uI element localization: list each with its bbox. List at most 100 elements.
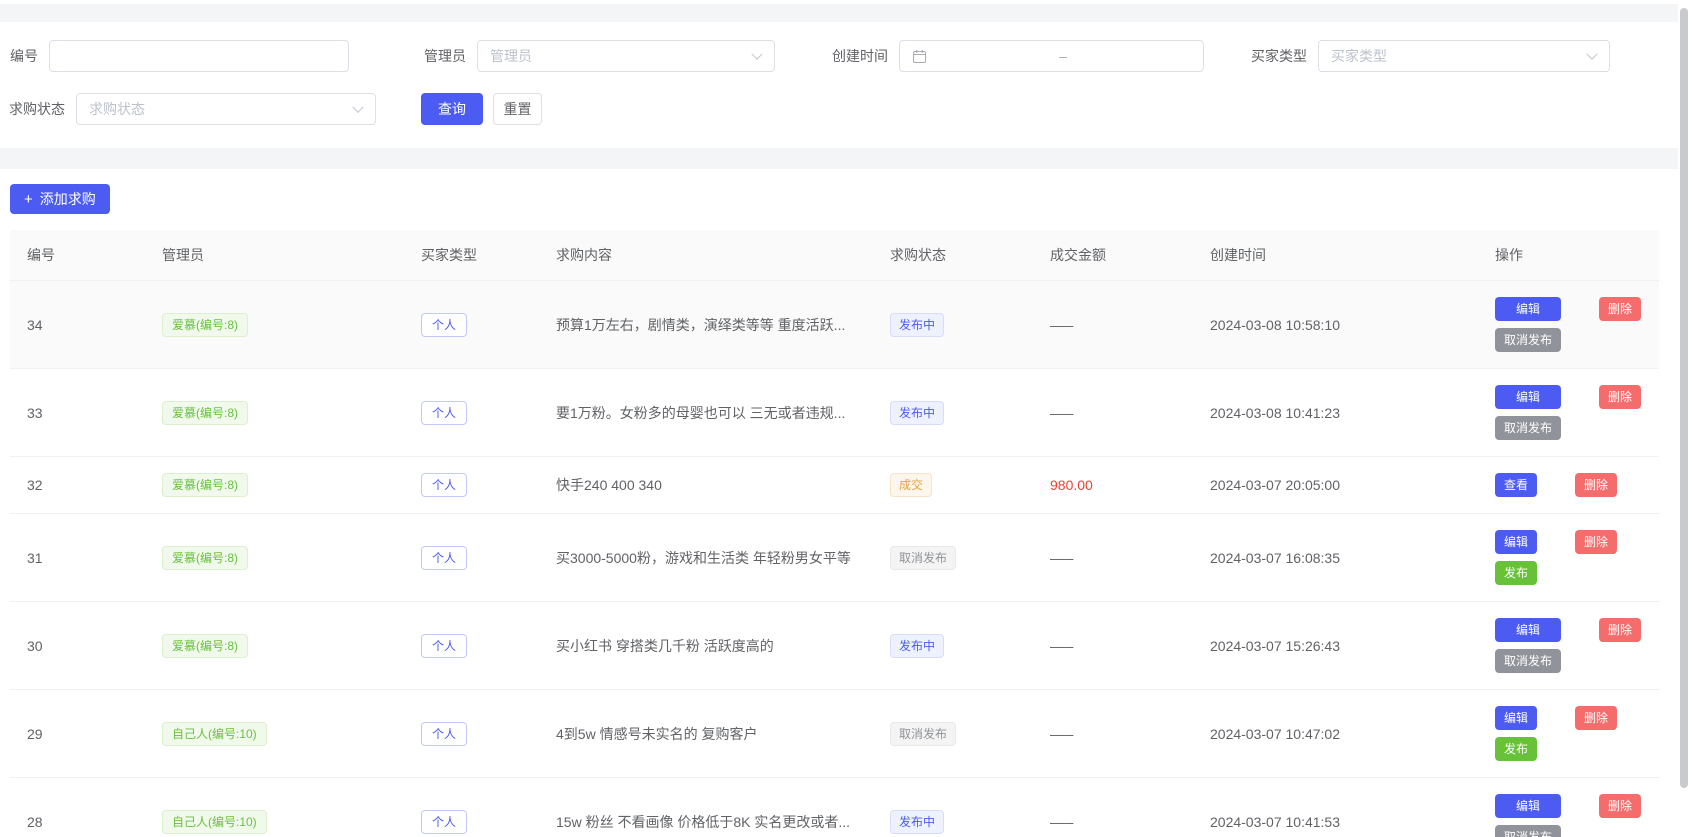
edit-button[interactable]: 编辑 [1495, 794, 1561, 818]
content-text: 买小红书 穿搭类几千粉 活跃度高的 [556, 638, 774, 654]
reset-button[interactable]: 重置 [493, 93, 542, 125]
column-header-actions: 操作 [1485, 230, 1659, 281]
status-select-placeholder: 求购状态 [89, 99, 145, 119]
id-input[interactable] [50, 41, 348, 71]
edit-button[interactable]: 编辑 [1495, 706, 1537, 730]
status-tag: 取消发布 [890, 722, 956, 746]
query-button[interactable]: 查询 [421, 93, 483, 125]
content-text: 要1万粉。女粉多的母婴也可以 三无或者违规... [556, 405, 845, 421]
column-header-created: 创建时间 [1200, 230, 1485, 281]
page: 编号 管理员 管理员 创建时间 – 买家类 [0, 0, 1692, 837]
admin-tag: 爱慕(编号:8) [162, 634, 248, 658]
column-header-amount: 成交金额 [1040, 230, 1200, 281]
delete-button[interactable]: 删除 [1599, 794, 1641, 818]
row-id: 28 [27, 814, 43, 830]
admin-tag: 自己人(编号:10) [162, 722, 267, 746]
amount-text: ––– [1050, 638, 1073, 654]
buyer-type-tag: 个人 [421, 722, 467, 746]
row-id: 30 [27, 638, 43, 654]
add-purchase-label: 添加求购 [40, 189, 96, 209]
buyer-type-tag: 个人 [421, 810, 467, 834]
status-select[interactable]: 求购状态 [76, 93, 376, 125]
status-tag: 取消发布 [890, 546, 956, 570]
created-time: 2024-03-07 10:41:53 [1210, 814, 1340, 830]
unpublish-button[interactable]: 取消发布 [1495, 328, 1561, 352]
column-header-buyer-type: 买家类型 [411, 230, 546, 281]
amount-text: ––– [1050, 726, 1073, 742]
edit-button[interactable]: 编辑 [1495, 530, 1537, 554]
edit-button[interactable]: 编辑 [1495, 385, 1561, 409]
filter-label-status: 求购状态 [9, 99, 65, 119]
separator-band [0, 148, 1678, 169]
buyer-type-tag: 个人 [421, 313, 467, 337]
amount-text: ––– [1050, 317, 1073, 333]
admin-select[interactable]: 管理员 [477, 40, 775, 72]
filter-item-status: 求购状态 求购状态 [9, 93, 376, 125]
chevron-down-icon [1586, 49, 1597, 60]
admin-select-placeholder: 管理员 [490, 46, 532, 66]
table-row: 33爱慕(编号:8)个人要1万粉。女粉多的母婴也可以 三无或者违规...发布中–… [10, 369, 1659, 457]
table-body: 34爱慕(编号:8)个人预算1万左右，剧情类，演绎类等等 重度活跃...发布中–… [10, 281, 1659, 837]
delete-button[interactable]: 删除 [1575, 473, 1617, 497]
delete-button[interactable]: 删除 [1599, 618, 1641, 642]
table-row: 28 自己人(编号:10) 个人 15w 粉丝 不看画像 价格低于8K 实名更改或者.… [10, 778, 1659, 837]
buyer-type-tag: 个人 [421, 401, 467, 425]
status-tag: 发布中 [890, 401, 944, 425]
delete-button[interactable]: 删除 [1599, 297, 1641, 321]
unpublish-button[interactable]: 取消发布 [1495, 649, 1561, 673]
row-actions: 查看 删除 [1495, 473, 1649, 497]
add-purchase-button[interactable]: + 添加求购 [10, 184, 110, 214]
column-header-id: 编号 [10, 230, 152, 281]
chevron-down-icon [751, 49, 762, 60]
daterange-separator: – [1059, 48, 1067, 64]
content-text: 4到5w 情感号未实名的 复购客户 [556, 726, 757, 742]
row-actions: 编辑 删除发布 [1495, 706, 1649, 761]
admin-tag: 爱慕(编号:8) [162, 546, 248, 570]
unpublish-button[interactable]: 取消发布 [1495, 825, 1561, 837]
content-text: 预算1万左右，剧情类，演绎类等等 重度活跃... [556, 317, 845, 333]
content-text: 快手240 400 340 [556, 477, 662, 493]
publish-button[interactable]: 发布 [1495, 737, 1537, 761]
created-daterange-input[interactable]: – [899, 40, 1204, 72]
table-header-row: 编号 管理员 买家类型 求购内容 求购状态 成交金额 创建时间 操作 [10, 230, 1659, 281]
table-row: 30爱慕(编号:8)个人买小红书 穿搭类几千粉 活跃度高的发布中–––2024-… [10, 602, 1659, 690]
row-id: 32 [27, 477, 43, 493]
created-time: 2024-03-08 10:58:10 [1210, 317, 1340, 333]
chevron-down-icon [352, 102, 363, 113]
buyer-type-tag: 个人 [421, 473, 467, 497]
publish-button[interactable]: 发布 [1495, 561, 1537, 585]
admin-tag: 自己人(编号:10) [162, 810, 267, 834]
view-button[interactable]: 查看 [1495, 473, 1537, 497]
edit-button[interactable]: 编辑 [1495, 297, 1561, 321]
calendar-icon [912, 49, 927, 64]
filter-label-admin: 管理员 [424, 46, 466, 66]
delete-button[interactable]: 删除 [1575, 706, 1617, 730]
scrollbar-thumb[interactable] [1680, 8, 1688, 788]
buyer-type-tag: 个人 [421, 634, 467, 658]
admin-tag: 爱慕(编号:8) [162, 313, 248, 337]
delete-button[interactable]: 删除 [1599, 385, 1641, 409]
created-time: 2024-03-07 10:47:02 [1210, 726, 1340, 742]
amount-text: ––– [1050, 814, 1073, 830]
plus-icon: + [24, 192, 33, 207]
filter-item-buyer: 买家类型 买家类型 [1251, 40, 1610, 72]
created-time: 2024-03-07 15:26:43 [1210, 638, 1340, 654]
created-time: 2024-03-08 10:41:23 [1210, 405, 1340, 421]
unpublish-button[interactable]: 取消发布 [1495, 416, 1561, 440]
column-header-admin: 管理员 [152, 230, 411, 281]
filter-label-id: 编号 [10, 46, 38, 66]
row-actions: 编辑 删除发布 [1495, 530, 1649, 585]
delete-button[interactable]: 删除 [1575, 530, 1617, 554]
created-time: 2024-03-07 16:08:35 [1210, 550, 1340, 566]
status-tag: 成交 [890, 473, 932, 497]
filter-item-created: 创建时间 – [832, 40, 1204, 72]
column-header-content: 求购内容 [546, 230, 880, 281]
buyer-type-select[interactable]: 买家类型 [1318, 40, 1610, 72]
content-text: 15w 粉丝 不看画像 价格低于8K 实名更改或者... [556, 814, 850, 830]
row-id: 33 [27, 405, 43, 421]
admin-tag: 爱慕(编号:8) [162, 473, 248, 497]
table-row: 32爱慕(编号:8)个人快手240 400 340成交980.002024-03… [10, 457, 1659, 514]
filter-label-buyer: 买家类型 [1251, 46, 1307, 66]
edit-button[interactable]: 编辑 [1495, 618, 1561, 642]
row-actions: 编辑 删除取消发布 [1495, 794, 1649, 837]
